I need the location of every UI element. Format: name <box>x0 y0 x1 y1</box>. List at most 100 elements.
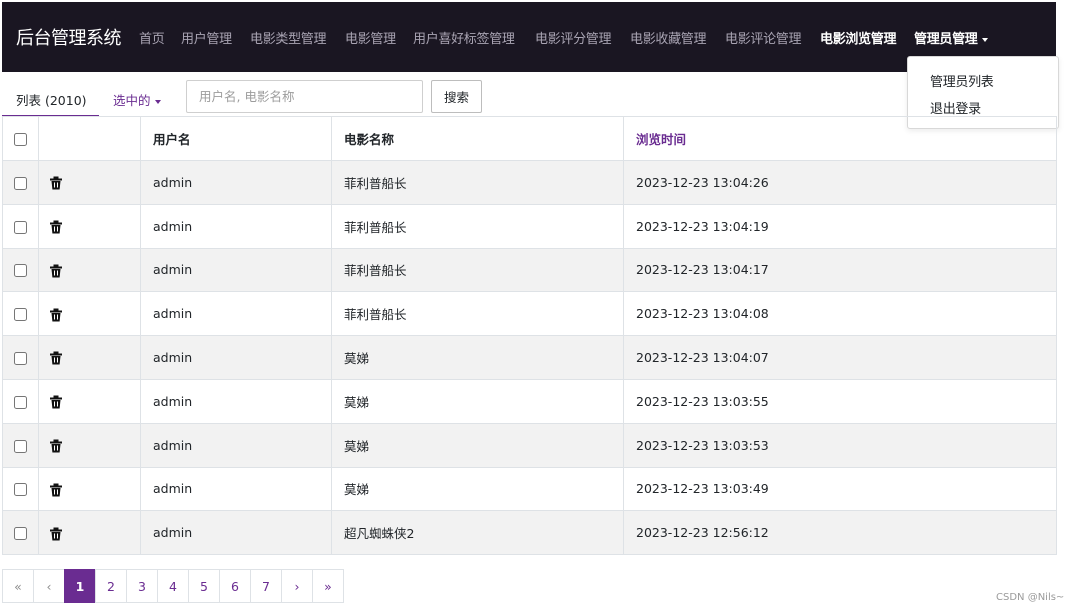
row-actions-cell <box>38 335 141 380</box>
actions-header <box>38 116 141 161</box>
nav-link-browse-history[interactable]: 电影浏览管理 <box>820 28 897 47</box>
movie-name-cell: 菲利普船长 <box>331 247 624 293</box>
row-checkbox[interactable] <box>14 439 27 453</box>
row-checkbox[interactable] <box>14 395 27 409</box>
row-actions-cell <box>38 510 141 556</box>
row-select-cell <box>2 247 39 293</box>
top-navbar: 后台管理系统 首页 用户管理 电影类型管理 电影管理 用户喜好标签管理 电影评分… <box>2 2 1056 72</box>
nav-link-movie-types[interactable]: 电影类型管理 <box>250 28 327 47</box>
nav-link-favorites[interactable]: 电影收藏管理 <box>630 28 707 47</box>
trash-icon[interactable] <box>49 176 63 190</box>
nav-link-users[interactable]: 用户管理 <box>181 28 232 47</box>
pagination-page-3[interactable]: 3 <box>126 569 158 603</box>
table-row: admin 超凡蜘蛛侠2 2023-12-23 12:56:12 <box>2 510 1057 556</box>
table-row: admin 莫娣 2023-12-23 13:03:55 <box>2 378 1057 424</box>
chevron-down-icon <box>981 37 988 42</box>
row-select-cell <box>2 203 39 249</box>
username-cell: admin <box>140 378 332 424</box>
nav-link-ratings[interactable]: 电影评分管理 <box>535 28 612 47</box>
pagination-first[interactable]: « <box>2 569 34 603</box>
trash-icon[interactable] <box>49 308 63 322</box>
dropdown-item-logout[interactable]: 退出登录 <box>930 98 981 117</box>
tab-list[interactable]: 列表 (2010) <box>2 80 99 117</box>
browse-time-cell: 2023-12-23 12:56:12 <box>623 510 1057 556</box>
watermark: CSDN @Nils~ <box>996 592 1065 603</box>
trash-icon[interactable] <box>49 395 63 409</box>
username-cell: admin <box>140 160 332 205</box>
row-actions-cell <box>38 203 141 249</box>
row-checkbox[interactable] <box>14 352 27 366</box>
username-cell: admin <box>140 510 332 556</box>
pagination-page-5[interactable]: 5 <box>188 569 220 603</box>
row-checkbox[interactable] <box>14 264 27 278</box>
row-actions-cell <box>38 378 141 424</box>
movie-name-cell: 菲利普船长 <box>331 291 624 337</box>
table-row: admin 菲利普船长 2023-12-23 13:04:19 <box>2 203 1057 249</box>
select-all-cell <box>2 116 39 161</box>
browse-time-cell: 2023-12-23 13:04:19 <box>623 203 1057 249</box>
tab-list-label: 列表 (2010) <box>16 93 87 108</box>
selected-actions-dropdown[interactable]: 选中的 <box>113 90 161 109</box>
select-all-checkbox[interactable] <box>14 133 27 146</box>
username-cell: admin <box>140 291 332 337</box>
browse-time-header[interactable]: 浏览时间 <box>623 116 1057 161</box>
search-button[interactable]: 搜索 <box>431 80 482 113</box>
username-header: 用户名 <box>140 116 332 161</box>
row-checkbox[interactable] <box>14 308 27 322</box>
pagination-last[interactable]: » <box>312 569 344 603</box>
browse-time-cell: 2023-12-23 13:04:07 <box>623 335 1057 380</box>
movie-name-cell: 莫娣 <box>331 378 624 424</box>
selected-actions-label: 选中的 <box>113 93 151 108</box>
pagination-page-2[interactable]: 2 <box>95 569 127 603</box>
row-select-cell <box>2 422 39 468</box>
trash-icon[interactable] <box>49 351 63 365</box>
brand-title[interactable]: 后台管理系统 <box>16 24 122 50</box>
row-actions-cell <box>38 160 141 205</box>
row-checkbox[interactable] <box>14 176 27 190</box>
nav-link-movies[interactable]: 电影管理 <box>345 28 396 47</box>
row-checkbox[interactable] <box>14 527 27 541</box>
table-row: admin 莫娣 2023-12-23 13:03:53 <box>2 422 1057 468</box>
pagination-page-6[interactable]: 6 <box>219 569 251 603</box>
browse-time-cell: 2023-12-23 13:04:17 <box>623 247 1057 293</box>
row-select-cell <box>2 466 39 512</box>
nav-link-home[interactable]: 首页 <box>139 28 165 47</box>
pagination-next[interactable]: › <box>281 569 313 603</box>
table-row: admin 莫娣 2023-12-23 13:03:49 <box>2 466 1057 512</box>
browse-time-cell: 2023-12-23 13:03:53 <box>623 422 1057 468</box>
pagination-page-1[interactable]: 1 <box>64 569 96 603</box>
table-row: admin 菲利普船长 2023-12-23 13:04:08 <box>2 291 1057 337</box>
pagination-prev[interactable]: ‹ <box>33 569 65 603</box>
search-input[interactable] <box>186 80 423 113</box>
row-select-cell <box>2 335 39 380</box>
nav-link-admin-label: 管理员管理 <box>914 32 978 47</box>
nav-link-user-tags[interactable]: 用户喜好标签管理 <box>413 28 515 47</box>
row-checkbox[interactable] <box>14 220 27 234</box>
username-cell: admin <box>140 422 332 468</box>
dropdown-item-admin-list[interactable]: 管理员列表 <box>930 71 994 90</box>
browse-time-cell: 2023-12-23 13:04:08 <box>623 291 1057 337</box>
movie-name-cell: 菲利普船长 <box>331 203 624 249</box>
nav-link-comments[interactable]: 电影评论管理 <box>725 28 802 47</box>
trash-icon[interactable] <box>49 264 63 278</box>
row-actions-cell <box>38 466 141 512</box>
browse-history-table: 用户名 电影名称 浏览时间 admin 菲利普船长 2023-12-23 13:04… <box>2 116 1057 556</box>
browse-time-cell: 2023-12-23 13:03:55 <box>623 378 1057 424</box>
username-cell: admin <box>140 247 332 293</box>
row-checkbox[interactable] <box>14 483 27 497</box>
trash-icon[interactable] <box>49 439 63 453</box>
pagination-page-7[interactable]: 7 <box>250 569 282 603</box>
row-actions-cell <box>38 247 141 293</box>
trash-icon[interactable] <box>49 220 63 234</box>
row-select-cell <box>2 291 39 337</box>
trash-icon[interactable] <box>49 527 63 541</box>
table-header-row: 用户名 电影名称 浏览时间 <box>2 116 1057 161</box>
pagination-page-4[interactable]: 4 <box>157 569 189 603</box>
username-cell: admin <box>140 335 332 380</box>
movie-name-cell: 超凡蜘蛛侠2 <box>331 510 624 556</box>
nav-link-admin-dropdown[interactable]: 管理员管理 <box>914 28 988 47</box>
trash-icon[interactable] <box>49 483 63 497</box>
pagination: « ‹ 1 2 3 4 5 6 7 › » <box>2 569 344 603</box>
row-actions-cell <box>38 291 141 337</box>
browse-time-cell: 2023-12-23 13:03:49 <box>623 466 1057 512</box>
